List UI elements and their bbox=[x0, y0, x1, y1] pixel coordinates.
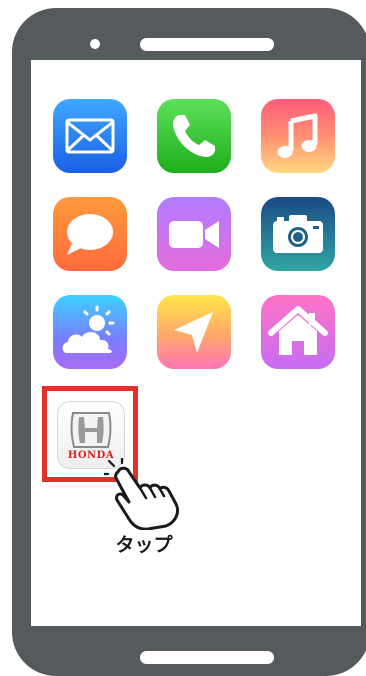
music-app-icon[interactable] bbox=[261, 99, 335, 173]
phone-handset-icon bbox=[173, 115, 215, 157]
phone-app-icon[interactable] bbox=[157, 99, 231, 173]
camera-icon bbox=[273, 215, 323, 253]
tapping-hand-icon bbox=[104, 458, 180, 530]
house-icon bbox=[268, 306, 328, 355]
video-camera-icon bbox=[169, 221, 219, 248]
speech-bubble-icon bbox=[67, 214, 113, 255]
facetime-app-icon[interactable] bbox=[157, 197, 231, 271]
tap-instruction-label: タップ bbox=[115, 534, 173, 556]
maps-app-icon[interactable] bbox=[157, 295, 231, 369]
home-app-icon[interactable] bbox=[261, 295, 335, 369]
weather-app-icon[interactable] bbox=[53, 295, 127, 369]
home-indicator-bar bbox=[140, 651, 274, 664]
front-camera-dot bbox=[90, 39, 100, 49]
mail-app-icon[interactable] bbox=[53, 99, 127, 173]
music-note-icon bbox=[277, 113, 318, 158]
sun-cloud-icon bbox=[62, 305, 115, 353]
envelope-icon bbox=[65, 118, 115, 154]
navigation-arrow-icon bbox=[174, 312, 213, 353]
messages-app-icon[interactable] bbox=[53, 197, 127, 271]
speaker-bar bbox=[140, 38, 274, 51]
camera-app-icon[interactable] bbox=[261, 197, 335, 271]
